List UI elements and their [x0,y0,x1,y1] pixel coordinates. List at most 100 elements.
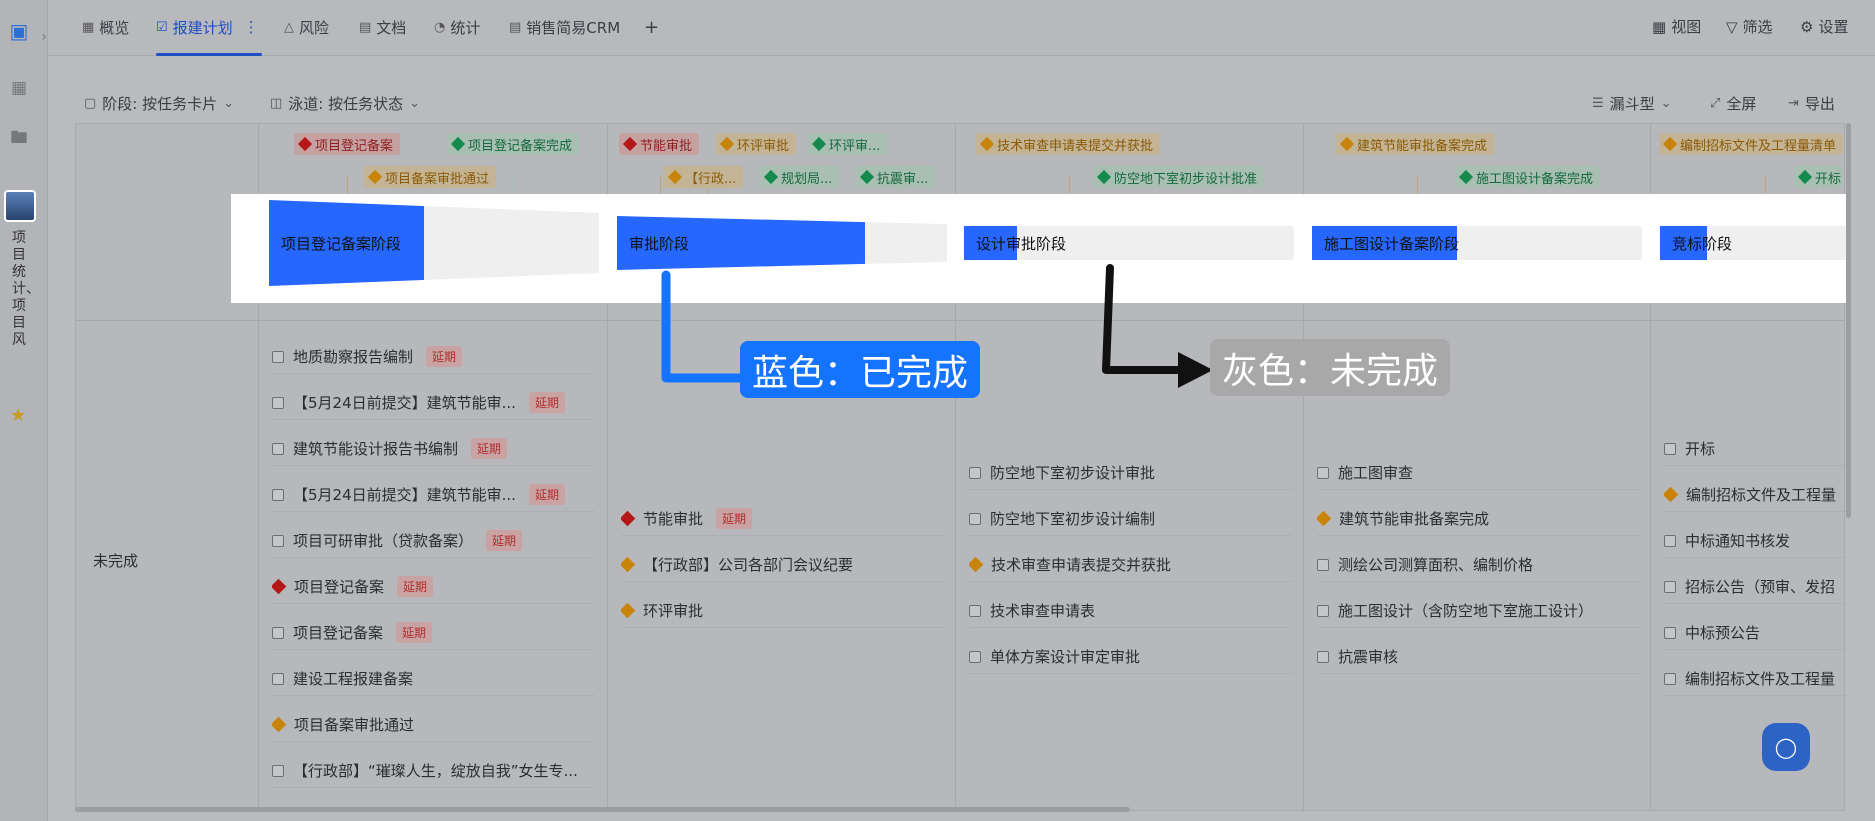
task-row[interactable]: 地质勘察报告编制 延期 [272,340,595,374]
task-row[interactable]: 节能审批 延期 [621,502,944,536]
milestone-diamond-icon [1664,486,1679,503]
task-row[interactable]: 项目登记备案 延期 [272,616,595,650]
task-checkbox[interactable] [272,764,284,777]
help-bulb-button[interactable]: ◯ [1762,723,1810,771]
milestone-diamond-icon [969,556,984,573]
task-label: 施工图审查 [1338,464,1414,482]
vertical-scrollbar[interactable] [1846,123,1851,518]
task-checkbox[interactable] [1317,604,1329,617]
task-label: 项目可研审批（贷款备案） [293,532,474,550]
task-row[interactable]: 环评审批 [621,594,944,628]
milestone-diamond-icon [621,602,636,619]
task-row[interactable]: 建设工程报建备案 [272,662,595,696]
task-row[interactable]: 防空地下室初步设计编制 [969,502,1292,536]
task-label: 防空地下室初步设计审批 [990,464,1156,482]
task-label: 环评审批 [643,602,704,620]
task-checkbox[interactable] [969,512,981,525]
task-label: 技术审查申请表 [990,602,1096,620]
task-row[interactable]: 编制招标文件及工程量 [1664,478,1846,512]
milestone-diamond-icon [621,510,636,527]
task-row[interactable]: 技术审查申请表 [969,594,1292,628]
task-row[interactable]: 防空地下室初步设计审批 [969,456,1292,490]
task-label: 中标预公告 [1685,624,1761,642]
task-label: 抗震审核 [1338,648,1399,666]
task-row[interactable]: 【行政部】“璀璨人生，绽放自我”女生专... [272,754,595,788]
task-row[interactable]: 建筑节能设计报告书编制 延期 [272,432,595,466]
horizontal-scrollbar[interactable] [75,807,1130,812]
task-checkbox[interactable] [1317,558,1329,571]
task-label: 【行政部】公司各部门会议纪要 [643,556,854,574]
delay-badge: 延期 [528,392,565,413]
delay-badge: 延期 [716,508,753,529]
task-checkbox[interactable] [272,488,284,501]
task-checkbox[interactable] [272,626,284,639]
task-row[interactable]: 【行政部】公司各部门会议纪要 [621,548,944,582]
task-label: 【行政部】“璀璨人生，绽放自我”女生专... [293,762,578,780]
task-row[interactable]: 抗震审核 [1317,640,1640,674]
task-row[interactable]: 编制招标文件及工程量 [1664,662,1846,696]
task-row[interactable]: 建筑节能审批备案完成 [1317,502,1640,536]
task-checkbox[interactable] [272,672,284,685]
task-label: 建筑节能设计报告书编制 [293,440,459,458]
delay-badge: 延期 [396,622,433,643]
task-row[interactable]: 中标通知书核发 [1664,524,1846,558]
task-row[interactable]: 单体方案设计审定审批 [969,640,1292,674]
task-row[interactable]: 技术审查申请表提交并获批 [969,548,1292,582]
task-checkbox[interactable] [1664,672,1676,685]
task-label: 单体方案设计审定审批 [990,648,1141,666]
task-row[interactable]: 项目备案审批通过 [272,708,595,742]
task-row[interactable]: 施工图设计（含防空地下室施工设计） [1317,594,1640,628]
task-label: 建筑节能审批备案完成 [1339,510,1490,528]
task-row[interactable]: 【5月24日前提交】建筑节能审... 延期 [272,386,595,420]
task-label: 【5月24日前提交】建筑节能审... [293,394,516,412]
task-label: 开标 [1685,440,1716,458]
task-label: 防空地下室初步设计编制 [990,510,1156,528]
task-row[interactable]: 开标 [1664,432,1846,466]
task-checkbox[interactable] [1317,466,1329,479]
task-label: 地质勘察报告编制 [293,348,414,366]
delay-badge: 延期 [486,530,523,551]
task-checkbox[interactable] [1664,626,1676,639]
task-label: 项目备案审批通过 [294,716,415,734]
delay-badge: 延期 [426,346,463,367]
delay-badge: 延期 [528,484,565,505]
task-row[interactable]: 招标公告（预审、发招 [1664,570,1846,604]
task-checkbox[interactable] [272,534,284,547]
milestone-diamond-icon [272,716,287,733]
incomplete-callout: 灰色：未完成 [1210,339,1451,396]
task-label: 项目登记备案 [293,624,384,642]
task-row[interactable]: 项目可研审批（贷款备案） 延期 [272,524,595,558]
task-label: 施工图设计（含防空地下室施工设计） [1338,602,1594,620]
task-checkbox[interactable] [272,350,284,363]
task-label: 技术审查申请表提交并获批 [991,556,1172,574]
delay-badge: 延期 [397,576,434,597]
task-checkbox[interactable] [272,442,284,455]
task-label: 编制招标文件及工程量 [1685,670,1836,688]
milestone-diamond-icon [1317,510,1332,527]
task-label: 【5月24日前提交】建筑节能审... [293,486,516,504]
task-row[interactable]: 施工图审查 [1317,456,1640,490]
task-checkbox[interactable] [1317,650,1329,663]
milestone-diamond-icon [272,578,287,595]
arrow-head [1178,352,1213,388]
task-checkbox[interactable] [1664,534,1676,547]
task-checkbox[interactable] [969,604,981,617]
blue-arrow [661,270,745,383]
task-checkbox[interactable] [1664,580,1676,593]
completed-callout: 蓝色：已完成 [740,341,981,398]
task-label: 节能审批 [643,510,704,528]
task-row[interactable]: 中标预公告 [1664,616,1846,650]
task-label: 建设工程报建备案 [293,670,414,688]
task-row[interactable]: 测绘公司测算面积、编制价格 [1317,548,1640,582]
task-label: 项目登记备案 [294,578,385,596]
milestone-diamond-icon [621,556,636,573]
task-checkbox[interactable] [1664,442,1676,455]
lightbulb-icon: ◯ [1774,735,1798,759]
task-checkbox[interactable] [969,650,981,663]
task-checkbox[interactable] [969,466,981,479]
task-row[interactable]: 【5月24日前提交】建筑节能审... 延期 [272,478,595,512]
task-checkbox[interactable] [272,396,284,409]
black-arrow [1102,264,1190,374]
delay-badge: 延期 [471,438,508,459]
task-row[interactable]: 项目登记备案 延期 [272,570,595,604]
